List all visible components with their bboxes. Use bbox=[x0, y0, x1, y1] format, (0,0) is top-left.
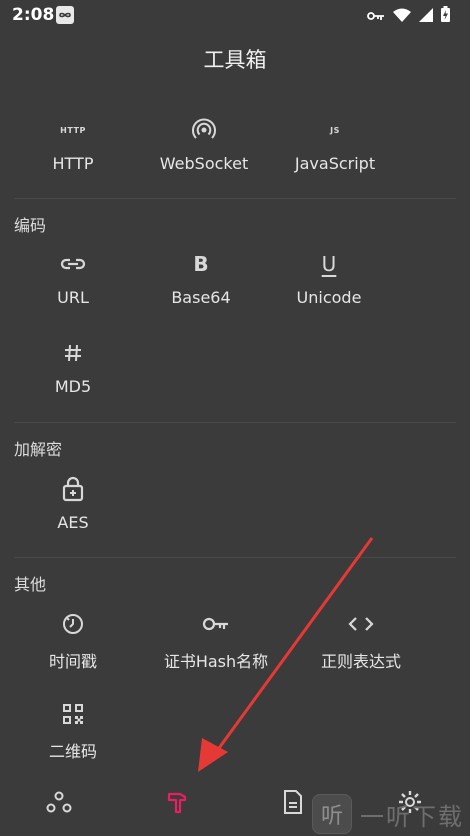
bold-b-glyph: B bbox=[193, 252, 209, 276]
tool-aes[interactable]: AES bbox=[8, 473, 138, 532]
tool-label: HTTP bbox=[52, 154, 94, 173]
tool-cert-hash[interactable]: 证书Hash名称 bbox=[151, 608, 281, 672]
nav-workflow[interactable] bbox=[41, 784, 77, 820]
nav-toolbox[interactable] bbox=[159, 784, 195, 820]
tool-label: MD5 bbox=[54, 377, 92, 396]
tool-label: JavaScript bbox=[294, 154, 376, 173]
nav-document[interactable] bbox=[275, 784, 311, 820]
js-badge: JS bbox=[330, 125, 340, 135]
document-icon bbox=[284, 790, 302, 814]
tool-unicode[interactable]: U Unicode bbox=[264, 248, 394, 307]
tool-url[interactable]: URL bbox=[8, 248, 138, 307]
javascript-icon: JS bbox=[270, 114, 400, 146]
link-icon bbox=[8, 248, 138, 280]
underline-u-glyph: U bbox=[321, 252, 337, 276]
status-time: 2:08 bbox=[12, 5, 55, 25]
divider bbox=[14, 198, 456, 199]
status-bar: 2:08 bbox=[0, 0, 470, 32]
tool-label: 正则表达式 bbox=[320, 652, 401, 671]
websocket-icon bbox=[139, 114, 269, 146]
section-title-other: 其他 bbox=[14, 575, 47, 594]
tool-base64[interactable]: B Base64 bbox=[136, 248, 266, 307]
hash-icon bbox=[8, 337, 138, 369]
tool-label: AES bbox=[57, 513, 89, 532]
tool-md5[interactable]: MD5 bbox=[8, 337, 138, 396]
tool-label: Base64 bbox=[171, 288, 231, 307]
hammer-icon bbox=[167, 792, 187, 814]
divider bbox=[14, 422, 456, 423]
signal-icon bbox=[419, 7, 433, 26]
bold-b-icon: B bbox=[136, 248, 266, 280]
timer-icon bbox=[8, 608, 138, 640]
http-badge: HTTP bbox=[60, 125, 86, 135]
tool-label: 二维码 bbox=[48, 742, 97, 761]
status-icons bbox=[367, 6, 450, 26]
tool-timestamp[interactable]: 时间戳 bbox=[8, 608, 138, 672]
qr-code-icon bbox=[8, 698, 138, 730]
tool-regex[interactable]: 正则表达式 bbox=[296, 608, 426, 672]
tool-label: 证书Hash名称 bbox=[163, 652, 269, 671]
infinity-app-icon bbox=[56, 6, 74, 24]
divider bbox=[14, 557, 456, 558]
tool-javascript[interactable]: JS JavaScript bbox=[270, 114, 400, 174]
section-title-crypto: 加解密 bbox=[14, 440, 63, 459]
tool-http[interactable]: HTTP HTTP bbox=[8, 114, 138, 174]
watermark-text: 一听下载 bbox=[360, 802, 464, 831]
underline-u-icon: U bbox=[264, 248, 394, 280]
nodes-icon bbox=[46, 791, 72, 813]
section-title-encoding: 编码 bbox=[14, 216, 47, 235]
lock-icon bbox=[8, 473, 138, 505]
tool-label: Unicode bbox=[296, 288, 362, 307]
http-icon: HTTP bbox=[8, 114, 138, 146]
watermark-logo: 听 bbox=[312, 794, 352, 834]
key-icon bbox=[151, 608, 281, 640]
watermark: 听 一听下载 bbox=[312, 794, 464, 834]
wifi-icon bbox=[393, 7, 411, 26]
tool-qr-code[interactable]: 二维码 bbox=[8, 698, 138, 762]
page-title: 工具箱 bbox=[203, 48, 267, 72]
tool-websocket[interactable]: WebSocket bbox=[139, 114, 269, 173]
code-brackets-icon bbox=[296, 608, 426, 640]
battery-icon bbox=[441, 6, 450, 26]
tool-label: 时间戳 bbox=[48, 652, 97, 671]
tool-label: WebSocket bbox=[159, 154, 249, 173]
tool-label: URL bbox=[57, 288, 89, 307]
vpn-key-icon bbox=[367, 7, 385, 26]
